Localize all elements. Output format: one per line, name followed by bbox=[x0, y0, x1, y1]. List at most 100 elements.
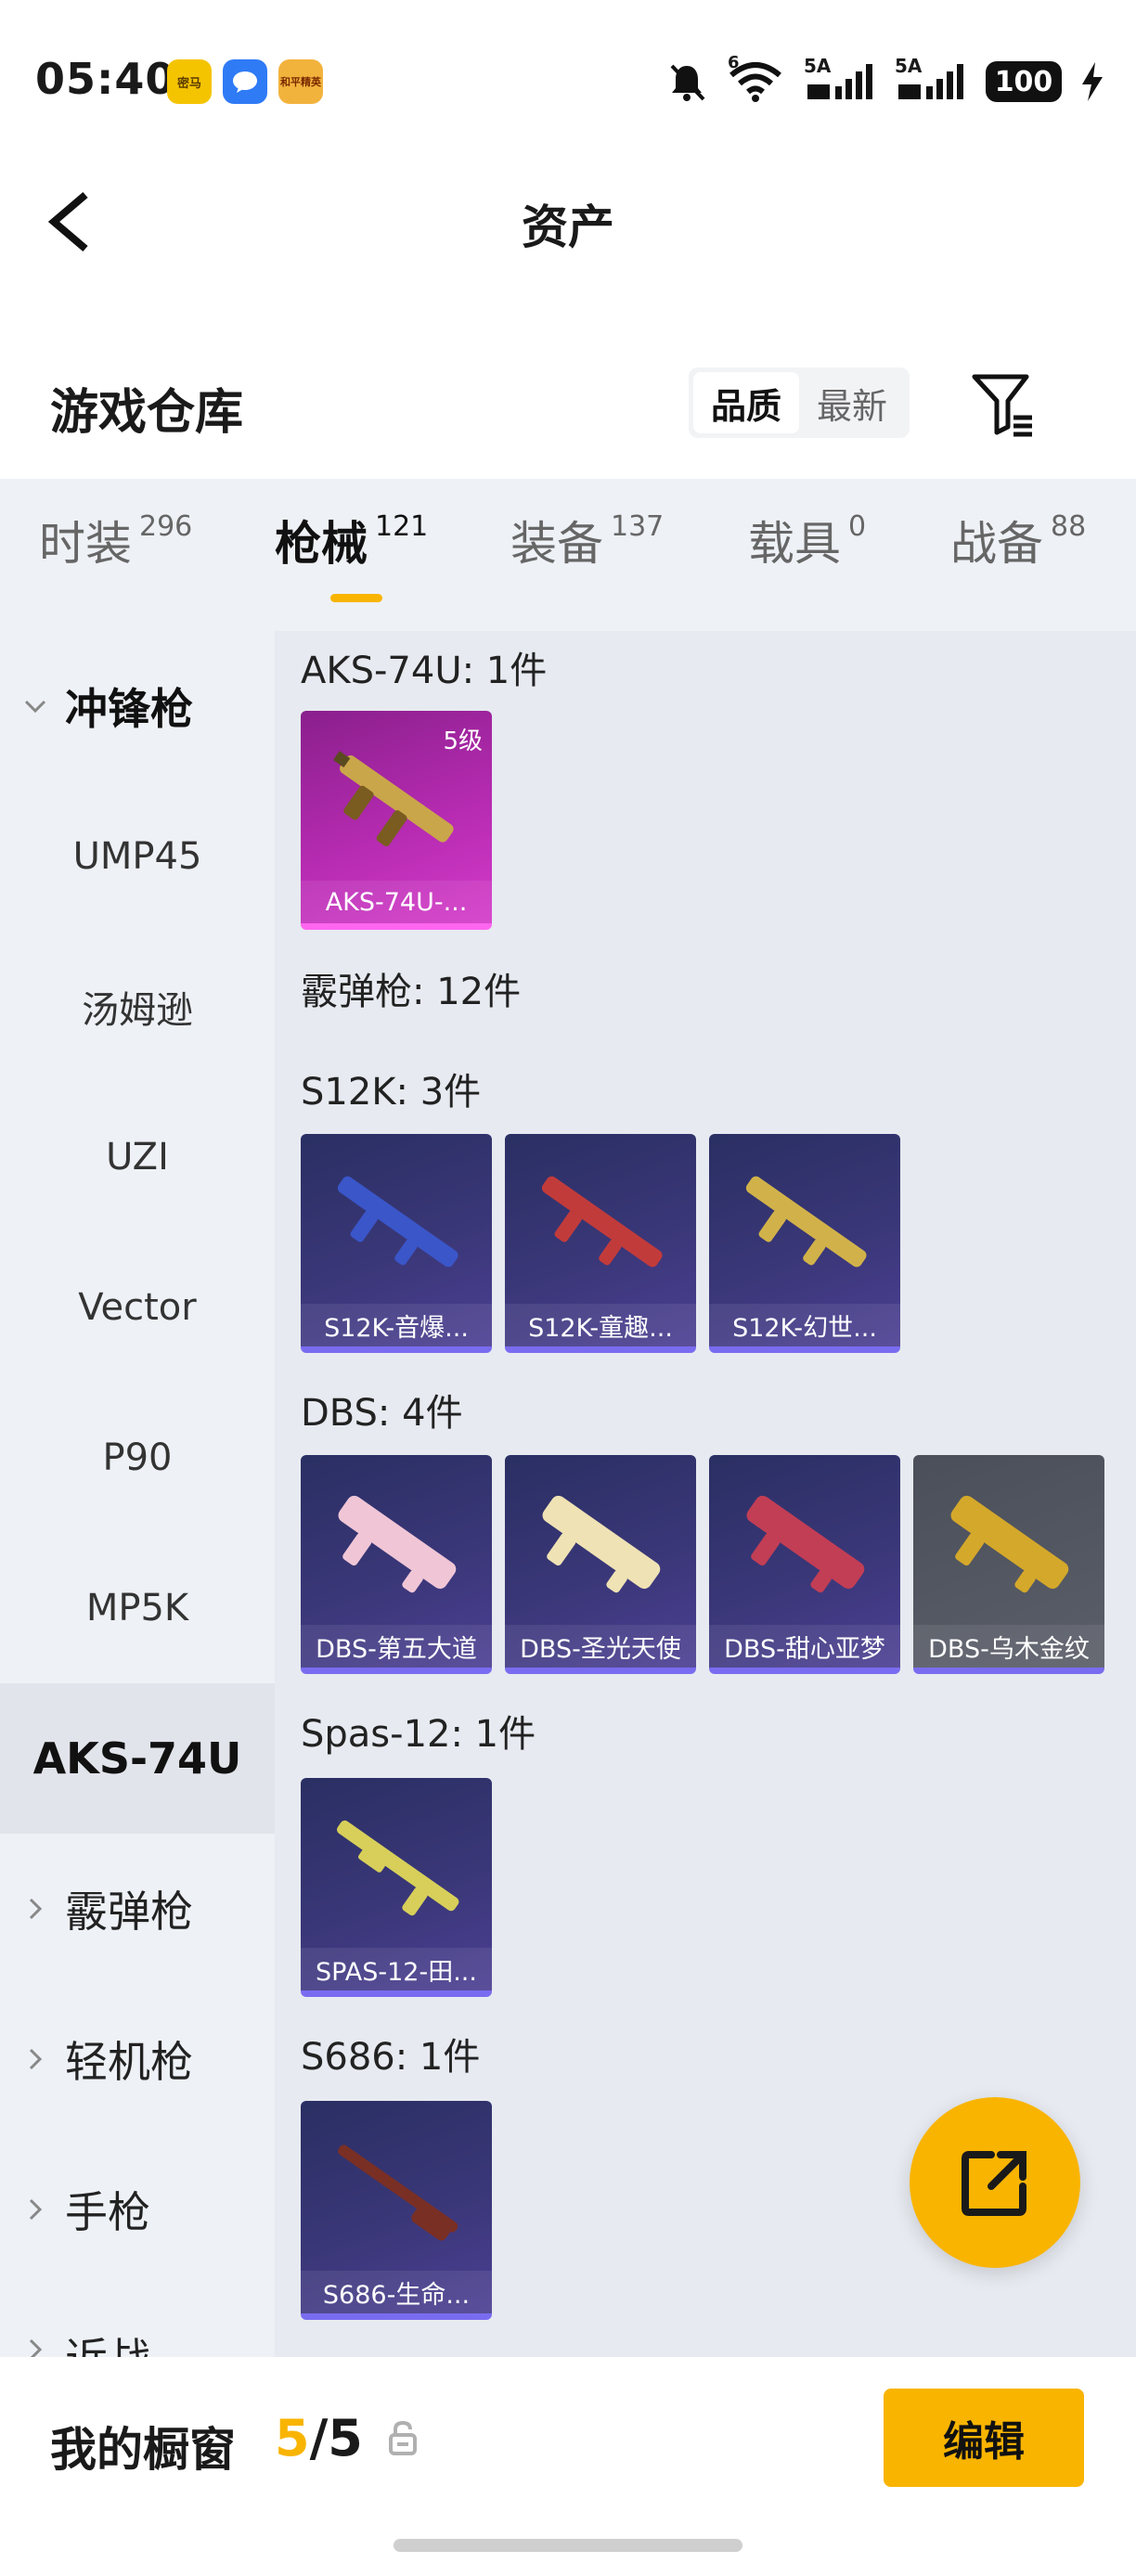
shotgun-skin-icon bbox=[337, 1176, 458, 1268]
group-header-s686: S686: 1件 bbox=[301, 2036, 481, 2079]
tab-label: 时装 bbox=[39, 517, 132, 571]
sort-quality-option[interactable]: 品质 bbox=[693, 372, 799, 433]
sidebar-item-pistol[interactable]: 手枪 bbox=[0, 2134, 275, 2285]
sidebar-item-label: MP5K bbox=[85, 1587, 189, 1629]
weapon-card[interactable]: 5级 AKS-74U-... bbox=[301, 711, 492, 930]
weapon-card[interactable]: DBS-圣光天使 bbox=[505, 1455, 696, 1674]
sidebar-item-lmg[interactable]: 轻机枪 bbox=[0, 1984, 275, 2134]
sidebar-item-label: 手枪 bbox=[65, 2187, 150, 2237]
sidebar-item-aks74u[interactable]: AKS-74U bbox=[0, 1683, 275, 1834]
weapon-card[interactable]: DBS-乌木金纹 bbox=[913, 1455, 1104, 1674]
card-name: DBS-乌木金纹 bbox=[913, 1625, 1104, 1668]
home-indicator[interactable] bbox=[394, 2539, 742, 2552]
card-name: DBS-圣光天使 bbox=[505, 1625, 696, 1668]
card-name: S686-生命... bbox=[301, 2271, 492, 2313]
card-level: 5级 bbox=[443, 728, 483, 755]
sort-toggle: 品质 最新 bbox=[689, 367, 910, 438]
chevron-right-icon bbox=[29, 2048, 43, 2070]
sidebar-item-shotgun[interactable]: 霰弹枪 bbox=[0, 1834, 275, 1984]
shotgun-skin-icon bbox=[745, 1176, 867, 1268]
status-time: 05:40 bbox=[35, 54, 176, 104]
sidebar-item-label: Vector bbox=[78, 1286, 197, 1329]
sidebar-item-label: P90 bbox=[102, 1436, 173, 1479]
share-button[interactable] bbox=[910, 2097, 1080, 2268]
tab-count: 121 bbox=[375, 510, 429, 543]
shotgun-skin-icon bbox=[542, 1495, 661, 1593]
weapon-card[interactable]: SPAS-12-田... bbox=[301, 1778, 492, 1997]
unlock-icon bbox=[388, 2420, 418, 2455]
sidebar-item-ump45[interactable]: UMP45 bbox=[0, 781, 275, 932]
shotgun-skin-icon bbox=[338, 2145, 458, 2241]
sidebar-item-label: 冲锋枪 bbox=[65, 684, 193, 734]
warehouse-title: 游戏仓库 bbox=[50, 385, 244, 441]
sidebar-item-uzi[interactable]: UZI bbox=[0, 1082, 275, 1232]
sidebar-item-label: 霰弹枪 bbox=[65, 1887, 193, 1937]
card-name: DBS-第五大道 bbox=[301, 1625, 492, 1668]
card-name: SPAS-12-田... bbox=[301, 1948, 492, 1990]
cellular-signal-2-icon: 5A bbox=[895, 55, 965, 103]
shotgun-skin-icon bbox=[338, 1495, 457, 1593]
sidebar-item-label: 轻机枪 bbox=[65, 2037, 193, 2087]
chevron-right-icon bbox=[29, 2198, 43, 2221]
showcase-count: 5/5 bbox=[275, 2409, 363, 2467]
edit-showcase-button[interactable]: 编辑 bbox=[884, 2389, 1084, 2487]
tab-fashion[interactable]: 时装 296 bbox=[39, 507, 192, 573]
filter-button[interactable] bbox=[965, 367, 1039, 442]
weapon-card[interactable]: S12K-幻世... bbox=[709, 1134, 900, 1353]
sidebar-item-smg[interactable]: 冲锋枪 bbox=[0, 631, 275, 781]
chevron-right-icon bbox=[29, 1898, 43, 1920]
sidebar-item-mp5k[interactable]: MP5K bbox=[0, 1533, 275, 1683]
tab-count: 137 bbox=[611, 510, 665, 543]
sort-newest-option[interactable]: 最新 bbox=[799, 372, 905, 433]
group-header-s12k: S12K: 3件 bbox=[301, 1071, 482, 1114]
weapon-card[interactable]: DBS-第五大道 bbox=[301, 1455, 492, 1674]
game-app-icon: 和平精英 bbox=[278, 59, 323, 104]
filter-icon bbox=[972, 374, 1032, 437]
sidebar-item-vector[interactable]: Vector bbox=[0, 1232, 275, 1383]
shotgun-skin-icon bbox=[541, 1176, 663, 1268]
weapon-card[interactable]: S12K-童趣... bbox=[505, 1134, 696, 1353]
tab-label: 装备 bbox=[510, 517, 603, 571]
message-app-icon bbox=[223, 59, 267, 104]
sidebar-item-thompson[interactable]: 汤姆逊 bbox=[0, 932, 275, 1082]
cellular-signal-icon: 5A bbox=[804, 55, 874, 103]
mima-app-icon: 密马 bbox=[167, 59, 212, 104]
tab-label: 战备 bbox=[950, 517, 1043, 571]
chevron-down-icon bbox=[24, 700, 46, 714]
tab-count: 0 bbox=[848, 510, 867, 543]
page-title: 资产 bbox=[522, 200, 614, 254]
group-header-spas12: Spas-12: 1件 bbox=[301, 1713, 536, 1756]
weapon-card[interactable]: DBS-甜心亚梦 bbox=[709, 1455, 900, 1674]
group-header-dbs: DBS: 4件 bbox=[301, 1392, 463, 1435]
chevron-right-icon bbox=[29, 2338, 43, 2357]
showcase-count-current: 5 bbox=[275, 2409, 310, 2467]
tab-label: 枪械 bbox=[275, 517, 368, 571]
tab-combat-gear[interactable]: 战备 88 bbox=[950, 507, 1086, 573]
active-tab-underline bbox=[330, 594, 382, 602]
sidebar-item-label: AKS-74U bbox=[32, 1733, 242, 1784]
showcase-count-total: /5 bbox=[309, 2409, 363, 2467]
weapon-card[interactable]: S686-生命... bbox=[301, 2101, 492, 2320]
sidebar-item-p90[interactable]: P90 bbox=[0, 1383, 275, 1533]
shotgun-skin-icon bbox=[950, 1495, 1069, 1593]
showcase-title: 我的橱窗 bbox=[50, 2423, 236, 2477]
tab-vehicles[interactable]: 载具 0 bbox=[748, 507, 866, 573]
group-header-shotgun: 霰弹枪: 12件 bbox=[301, 971, 522, 1013]
tab-equipment[interactable]: 装备 137 bbox=[510, 507, 664, 573]
card-name: S12K-音爆... bbox=[301, 1304, 492, 1346]
sidebar-item-melee[interactable]: 近战 bbox=[0, 2285, 275, 2357]
tab-guns[interactable]: 枪械 121 bbox=[275, 507, 428, 573]
charging-bolt-icon bbox=[1082, 62, 1103, 101]
sidebar-item-label: 近战 bbox=[65, 2325, 150, 2357]
wifi-icon: 6 bbox=[728, 53, 783, 103]
weapon-card[interactable]: S12K-音爆... bbox=[301, 1134, 492, 1353]
mute-bell-icon bbox=[670, 64, 705, 101]
shotgun-skin-icon bbox=[746, 1495, 865, 1593]
group-header-aks74u: AKS-74U: 1件 bbox=[301, 650, 548, 692]
status-indicators: 6 5A 5A 100 bbox=[666, 53, 1103, 106]
tab-count: 296 bbox=[139, 510, 193, 543]
sidebar-item-label: UZI bbox=[106, 1136, 169, 1179]
sidebar-item-label: 汤姆逊 bbox=[82, 989, 193, 1032]
shotgun-skin-icon bbox=[337, 1820, 459, 1916]
card-name: AKS-74U-... bbox=[301, 881, 492, 923]
